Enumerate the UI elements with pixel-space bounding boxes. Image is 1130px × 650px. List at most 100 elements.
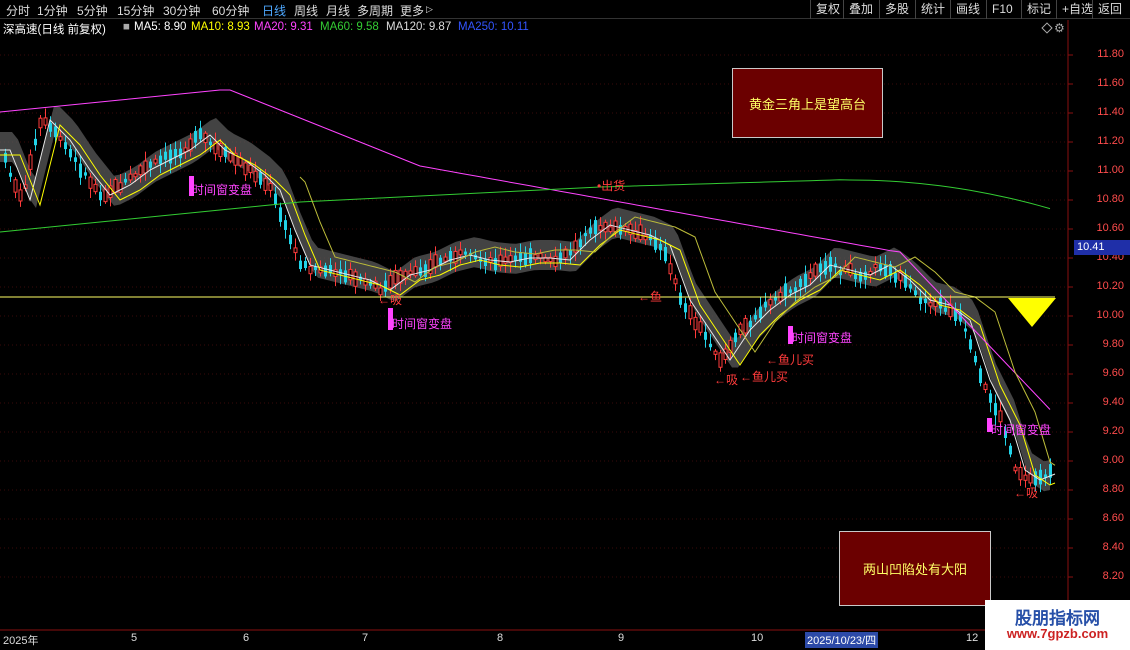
overlay-button[interactable]: 叠加 bbox=[843, 0, 878, 19]
candle-body bbox=[944, 307, 947, 312]
candle-body bbox=[289, 234, 292, 245]
candle-body bbox=[928, 302, 933, 307]
y-tick: 11.20 bbox=[1097, 135, 1124, 147]
candle-body bbox=[709, 343, 712, 348]
stock-title: 深高速(日线 前复权) bbox=[3, 24, 106, 36]
candle-body bbox=[153, 158, 158, 164]
tab-multi-period[interactable]: 多周期 bbox=[357, 2, 393, 19]
candle-body bbox=[54, 126, 57, 138]
signal-fish: ←鱼 bbox=[638, 290, 663, 304]
candle-body bbox=[93, 183, 98, 193]
tab-daily[interactable]: 日线 bbox=[262, 2, 286, 19]
candle-body bbox=[964, 328, 967, 332]
multi-stock-button[interactable]: 多股 bbox=[879, 0, 914, 19]
fuquan-button[interactable]: 复权 bbox=[810, 0, 845, 19]
x-tick: 9 bbox=[618, 632, 625, 644]
candle-body bbox=[293, 247, 298, 254]
signal-fish-buy: ←鱼儿买 bbox=[766, 353, 815, 367]
candle-body bbox=[4, 152, 7, 163]
candle-body bbox=[784, 283, 787, 298]
candle-body bbox=[894, 273, 897, 283]
candle-body bbox=[989, 393, 992, 403]
candle-body bbox=[764, 301, 767, 308]
candle-body bbox=[159, 155, 162, 164]
candle-body bbox=[924, 298, 927, 304]
tab-30min[interactable]: 30分钟 bbox=[163, 2, 200, 19]
more-arrow-icon[interactable]: ▷ bbox=[426, 4, 433, 15]
tab-60min[interactable]: 60分钟 bbox=[212, 2, 249, 19]
back-button[interactable]: 返回 bbox=[1092, 0, 1127, 19]
x-tick: 5 bbox=[131, 632, 138, 644]
signal-time-window: 时间窗变盘 bbox=[991, 423, 1052, 437]
y-tick: 9.80 bbox=[1102, 338, 1124, 350]
y-tick: 10.80 bbox=[1096, 193, 1124, 205]
candle-body bbox=[698, 321, 703, 333]
candle-body bbox=[664, 247, 667, 262]
candle-body bbox=[974, 355, 977, 363]
signal-time-window: 时间窗变盘 bbox=[392, 317, 453, 331]
channel-band bbox=[0, 106, 1050, 492]
tab-weekly[interactable]: 周线 bbox=[294, 2, 318, 19]
candle-body bbox=[1013, 466, 1018, 472]
y-tick: 8.20 bbox=[1102, 570, 1124, 582]
candle-body bbox=[774, 297, 777, 301]
candle-body bbox=[969, 339, 972, 350]
tab-fenshi[interactable]: 分时 bbox=[6, 2, 30, 19]
y-tick: 10.20 bbox=[1096, 280, 1124, 292]
two-mountains-note: 两山凹陷处有大阳 bbox=[839, 531, 991, 606]
draw-line-button[interactable]: 画线 bbox=[950, 0, 985, 19]
candle-body bbox=[829, 256, 832, 272]
tab-1min[interactable]: 1分钟 bbox=[37, 2, 68, 19]
tab-15min[interactable]: 15分钟 bbox=[117, 2, 154, 19]
tab-monthly[interactable]: 月线 bbox=[326, 2, 350, 19]
candle-body bbox=[693, 316, 698, 331]
signal-absorb: ←吸 bbox=[378, 293, 403, 307]
candle-body bbox=[789, 289, 792, 293]
signal-sell: •出货 bbox=[597, 179, 626, 193]
stats-button[interactable]: 统计 bbox=[915, 0, 950, 19]
candle-body bbox=[58, 136, 63, 141]
y-tick: 10.60 bbox=[1096, 222, 1124, 234]
mark-button[interactable]: 标记 bbox=[1021, 0, 1056, 19]
candle-body bbox=[253, 170, 258, 183]
y-tick: 11.80 bbox=[1097, 48, 1124, 60]
candle-body bbox=[569, 250, 572, 256]
candle-body bbox=[1023, 474, 1028, 481]
candle-body bbox=[13, 179, 18, 193]
x-tick: 10 bbox=[751, 632, 764, 644]
f10-button[interactable]: F10 bbox=[986, 0, 1018, 19]
candle-body bbox=[74, 157, 77, 162]
y-tick: 8.60 bbox=[1102, 512, 1124, 524]
y-tick: 9.40 bbox=[1102, 396, 1124, 408]
candle-body bbox=[804, 273, 807, 287]
candle-body bbox=[174, 148, 177, 157]
candle-body bbox=[754, 315, 757, 320]
candle-body bbox=[274, 193, 277, 206]
settings-gear-icon[interactable]: ⚙ bbox=[1054, 21, 1065, 35]
candle-body bbox=[679, 292, 682, 305]
candle-body bbox=[684, 303, 687, 313]
y-tick: 11.00 bbox=[1097, 164, 1124, 176]
candle-body bbox=[668, 263, 673, 275]
candle-body bbox=[718, 352, 723, 368]
candle-body bbox=[38, 117, 43, 129]
candle-body bbox=[99, 191, 102, 201]
tab-5min[interactable]: 5分钟 bbox=[77, 2, 108, 19]
y-tick: 9.20 bbox=[1102, 425, 1124, 437]
candle-body bbox=[433, 254, 438, 268]
legend-bullet-icon: ■ bbox=[123, 21, 130, 33]
candle-body bbox=[88, 176, 93, 189]
watermark-url: www.7gpzb.com bbox=[1006, 626, 1109, 641]
x-tick: 6 bbox=[243, 632, 250, 644]
top-toolbar: 分时 1分钟 5分钟 15分钟 30分钟 60分钟 日线 周线 月线 多周期 更… bbox=[0, 0, 1130, 19]
ma60-line bbox=[0, 179, 1051, 233]
candle-body bbox=[994, 403, 997, 416]
candle-body bbox=[983, 383, 988, 391]
candle-body bbox=[688, 305, 693, 320]
tab-more[interactable]: 更多 bbox=[400, 2, 424, 19]
candle-body bbox=[458, 249, 463, 256]
golden-triangle-note: 黄金三角上是望高台 bbox=[732, 68, 883, 138]
signal-absorb: ←吸 bbox=[1014, 486, 1039, 500]
watermark: 股朋指标网 www.7gpzb.com bbox=[985, 600, 1130, 650]
candle-body bbox=[199, 128, 202, 140]
